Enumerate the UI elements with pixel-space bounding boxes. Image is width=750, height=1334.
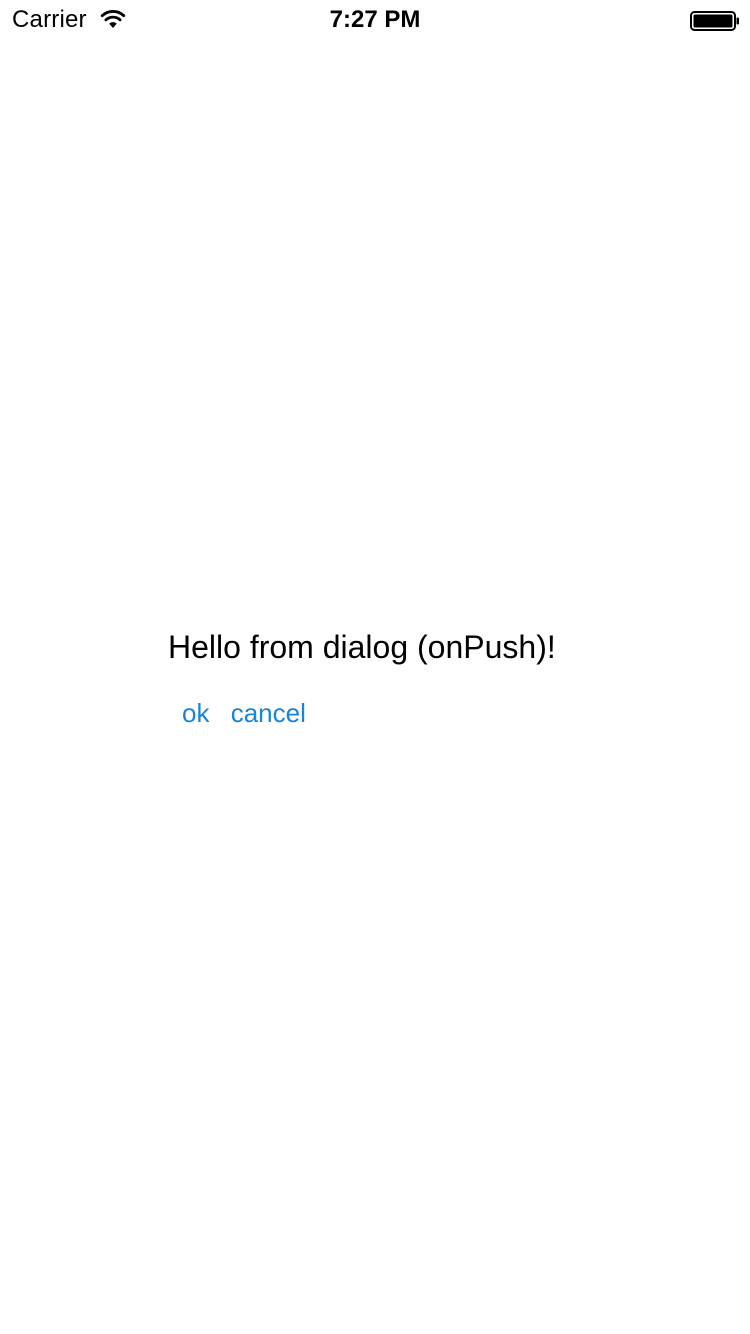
ok-button[interactable]: ok [182, 698, 209, 729]
dialog-actions: ok cancel [168, 698, 648, 729]
cancel-button[interactable]: cancel [231, 698, 306, 729]
battery-full-icon [690, 11, 739, 31]
dialog-message: Hello from dialog (onPush)! [168, 629, 556, 665]
status-time: 7:27 PM [329, 6, 421, 33]
status-bar: Carrier 7:27 PM [0, 0, 750, 40]
dialog: Hello from dialog (onPush)! ok cancel [168, 626, 648, 729]
